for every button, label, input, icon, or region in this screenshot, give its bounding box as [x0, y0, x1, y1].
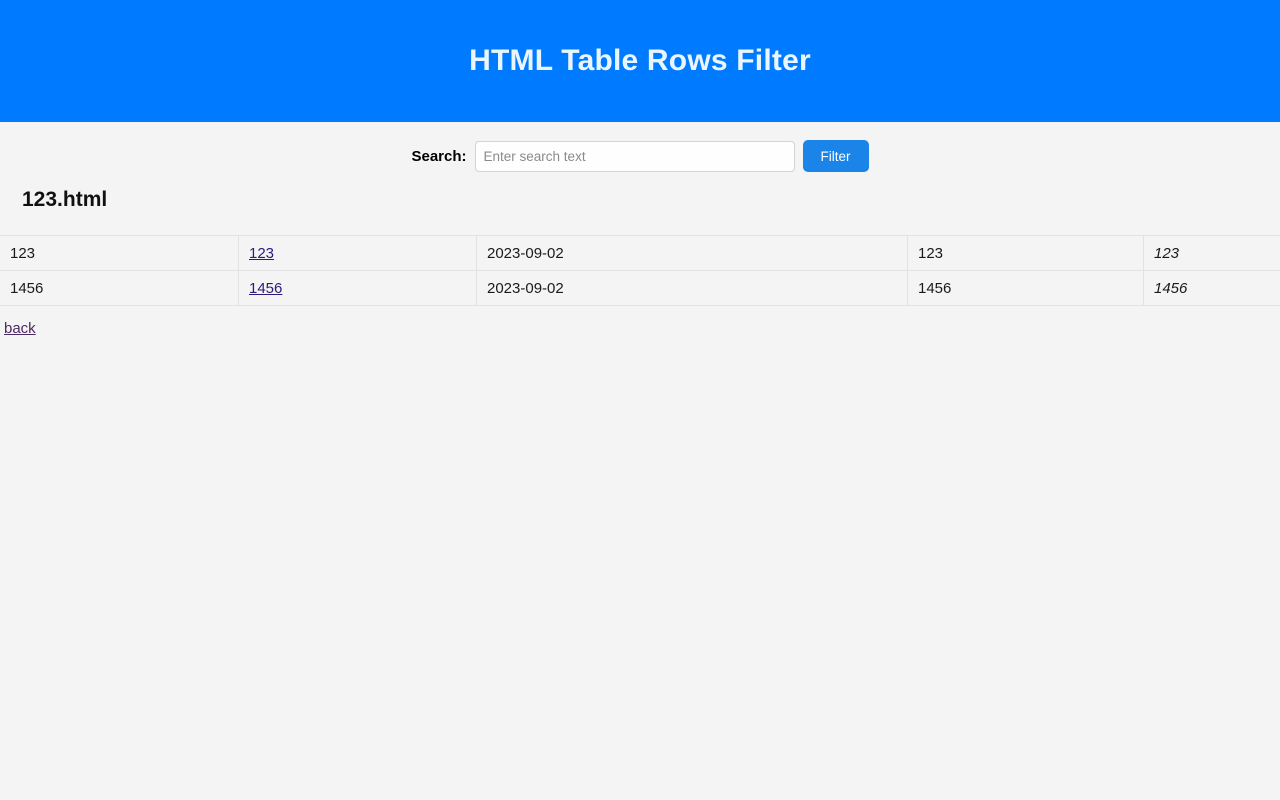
table-row: 123 123 2023-09-02 123 123 — [0, 235, 1280, 271]
filter-button[interactable]: Filter — [802, 140, 869, 172]
row-cell-date: 2023-09-02 — [476, 235, 908, 271]
table-row: 1456 1456 2023-09-02 1456 1456 — [0, 270, 1280, 306]
back-link[interactable]: back — [4, 320, 36, 337]
page-title: HTML Table Rows Filter — [469, 44, 811, 77]
page-header-banner: HTML Table Rows Filter — [0, 0, 1280, 122]
search-filter-bar: Search: Filter — [0, 122, 1280, 176]
row-cell-note: 1456 — [1143, 270, 1280, 306]
row-cell-name: 123 — [0, 235, 239, 271]
results-table-body: 123 123 2023-09-02 123 123 1456 1456 202… — [0, 235, 1280, 306]
results-table: 123 123 2023-09-02 123 123 1456 1456 202… — [0, 235, 1280, 306]
row-cell-note: 123 — [1143, 235, 1280, 271]
search-input[interactable] — [474, 140, 795, 172]
row-cell-name: 1456 — [0, 270, 239, 306]
search-label: Search: — [411, 147, 467, 165]
row-cell-date: 2023-09-02 — [476, 270, 908, 306]
row-cell-link: 1456 — [238, 270, 477, 306]
row-cell-value: 1456 — [907, 270, 1144, 306]
row-link[interactable]: 123 — [249, 245, 274, 262]
file-title: 123.html — [22, 188, 108, 211]
row-link[interactable]: 1456 — [249, 280, 282, 297]
row-cell-link: 123 — [238, 235, 477, 271]
back-link-container: back — [4, 320, 1280, 338]
row-cell-value: 123 — [907, 235, 1144, 271]
